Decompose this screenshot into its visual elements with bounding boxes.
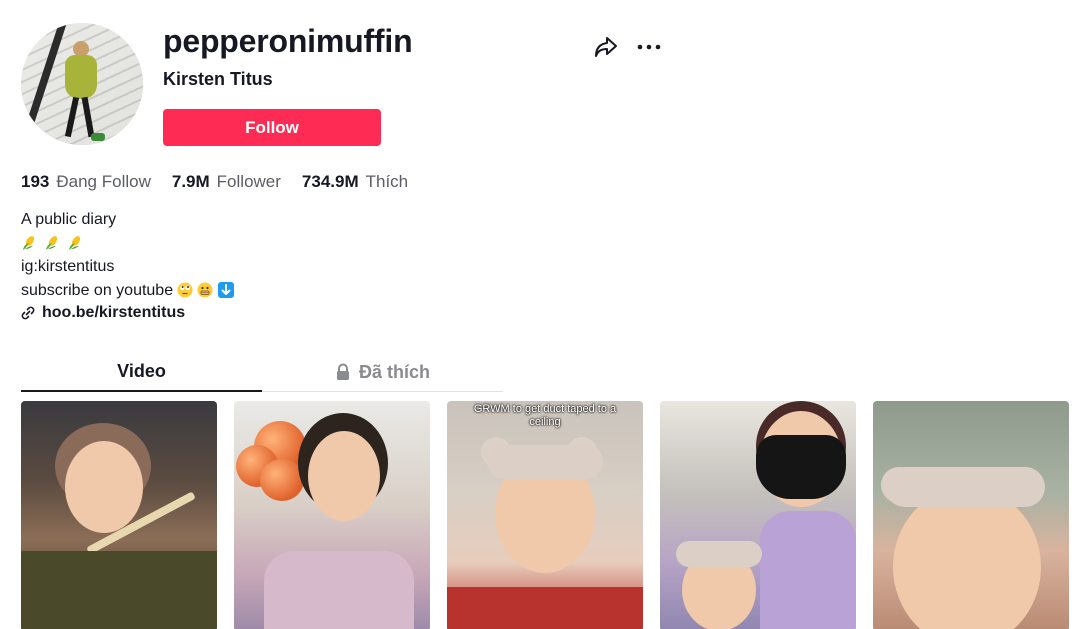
face-with-rolling-eyes-icon: [177, 282, 193, 298]
thumbnail-shirt: [760, 511, 856, 629]
tab-label: Đã thích: [358, 361, 430, 382]
bio-line: ig:kirstentitus: [21, 258, 115, 275]
video-thumbnail[interactable]: [21, 401, 217, 629]
thumbnail-headband: [885, 467, 1045, 507]
video-thumbnail[interactable]: [873, 401, 1069, 629]
thumbnail-shirt: [447, 587, 643, 629]
profile-tabs: Video Đã thích: [21, 352, 503, 392]
tab-label: Video: [117, 360, 166, 381]
avatar-figure: [61, 41, 105, 141]
share-button[interactable]: [593, 34, 619, 60]
link-text: hoo.be/kirstentitus: [42, 304, 186, 321]
video-grid: GRWM to get duct taped to a ceiling: [21, 401, 1069, 629]
stat-label: Follower: [216, 172, 281, 191]
link-icon: [21, 305, 37, 321]
corn-emoji-icon: [67, 235, 83, 251]
thumbnail-headband: [676, 541, 762, 567]
grimacing-face-icon: [197, 282, 213, 298]
video-thumbnail[interactable]: [234, 401, 430, 629]
thumbnail-shirt: [21, 551, 217, 629]
profile-username: pepperonimuffin: [163, 23, 413, 59]
video-thumbnail[interactable]: [660, 401, 856, 629]
bio-youtube-line: subscribe on youtube: [21, 279, 235, 303]
more-horizontal-icon: [637, 44, 661, 50]
video-thumbnail[interactable]: GRWM to get duct taped to a ceiling: [447, 401, 643, 629]
stat-following[interactable]: 193 Đang Follow: [21, 172, 151, 192]
tab-videos[interactable]: Video: [21, 352, 262, 392]
lock-icon: [336, 363, 349, 380]
stat-value: 193: [21, 172, 50, 191]
profile-stats: 193 Đang Follow 7.9M Follower 734.9M Thí…: [21, 172, 429, 192]
thumbnail-face: [308, 431, 380, 521]
follow-button[interactable]: Follow: [163, 109, 381, 146]
thumbnail-face: [65, 441, 143, 533]
thumbnail-shirt: [264, 551, 414, 629]
profile-nickname: Kirsten Titus: [163, 69, 273, 89]
bio-emoji-line: [21, 232, 234, 256]
profile-avatar[interactable]: [21, 23, 143, 145]
stat-value: 7.9M: [171, 172, 210, 191]
thumbnail-headband: [487, 445, 603, 479]
stat-label: Đang Follow: [56, 172, 151, 191]
bio-text: subscribe on youtube: [21, 281, 174, 299]
video-caption: GRWM to get duct taped to a ceiling: [473, 403, 617, 428]
stat-label: Thích: [365, 172, 409, 191]
corn-emoji-icon: [21, 235, 37, 251]
profile-link[interactable]: hoo.be/kirstentitus: [21, 304, 185, 322]
down-arrow-icon: [218, 282, 235, 299]
corn-emoji-icon: [44, 235, 60, 251]
more-options-button[interactable]: [636, 34, 662, 60]
tab-liked[interactable]: Đã thích: [262, 352, 503, 392]
thumbnail-mask: [756, 435, 846, 499]
stat-likes: 734.9M Thích: [302, 172, 408, 192]
profile-bio: A public diary ig:kirstentitus subscribe…: [21, 208, 235, 303]
share-icon: [595, 37, 617, 57]
stat-value: 734.9M: [301, 172, 359, 191]
stat-followers[interactable]: 7.9M Follower: [172, 172, 281, 192]
thumbnail-face: [893, 487, 1041, 629]
bio-line: A public diary: [21, 211, 117, 228]
